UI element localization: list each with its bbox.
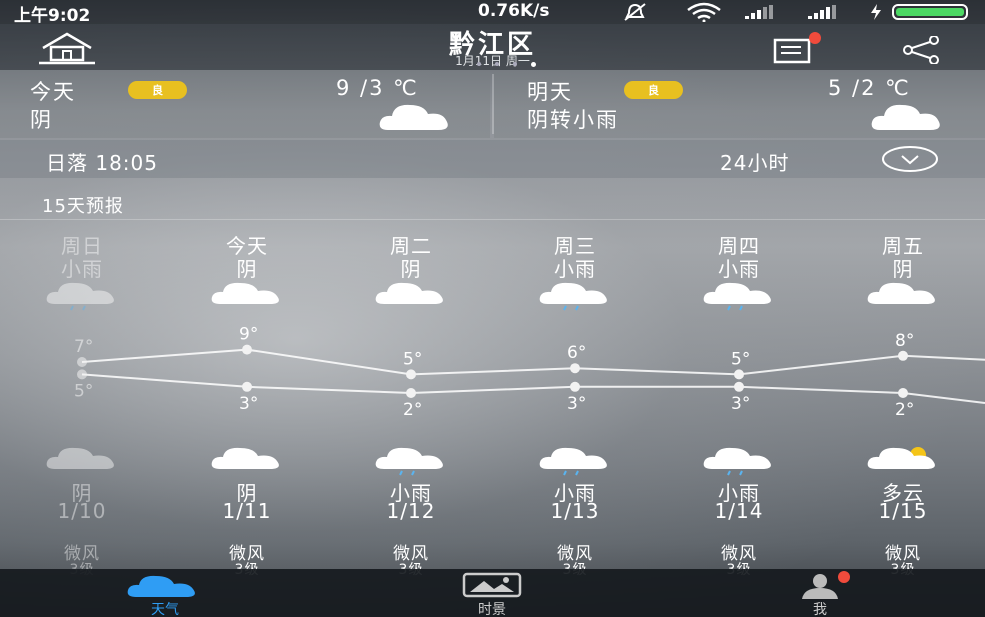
page-indicator <box>476 62 536 68</box>
forecast-day-weather: 小雨 <box>554 257 596 281</box>
temp-point <box>734 369 744 380</box>
chevron-down-icon[interactable] <box>880 144 940 174</box>
temp-point <box>77 369 87 380</box>
forecast-day-weather: 小雨 <box>718 257 760 281</box>
forecast-date: 1/11 <box>222 499 272 523</box>
photo-icon <box>462 572 522 598</box>
tomorrow-label: 明天 <box>527 80 573 104</box>
high-temp-label: 8° <box>895 331 914 351</box>
tomorrow-aqi-badge: 良 <box>624 81 683 99</box>
cloud-icon <box>374 280 448 316</box>
tomorrow-temp: 5 /2 ℃ <box>828 76 911 100</box>
low-temp-label: 2° <box>403 400 422 420</box>
tab-bar: 天气 时景 我 <box>0 569 985 617</box>
cloud-icon <box>210 280 284 316</box>
share-icon[interactable] <box>898 36 946 64</box>
temp-line <box>81 373 985 404</box>
status-bar: 上午9:02 0.76K/s <box>0 0 985 26</box>
today-condition: 阴 <box>30 108 53 132</box>
high-temp-label: 7° <box>74 337 93 357</box>
sunset-label: 日落 18:05 <box>46 151 158 175</box>
signal-icon <box>745 5 773 19</box>
wifi-icon <box>687 2 721 22</box>
temp-point <box>77 357 87 367</box>
cloud-icon <box>866 280 940 316</box>
forecast-day-weather: 阴 <box>892 257 914 281</box>
high-temp-label: 5° <box>731 349 750 369</box>
low-temp-label: 5° <box>74 381 93 401</box>
rain-cloud-icon <box>374 445 448 481</box>
forecast-day-weather: 阴 <box>400 257 422 281</box>
rain-cloud-icon <box>45 280 119 316</box>
today-aqi-badge: 良 <box>128 81 187 99</box>
today-panel[interactable]: 今天 良 9 /3 ℃ 阴 <box>0 70 490 138</box>
forecast-header: 15天预报 <box>0 180 985 220</box>
temp-point <box>406 369 416 380</box>
charging-icon <box>871 4 881 20</box>
cloud-icon <box>210 445 284 481</box>
low-temp-label: 3° <box>567 394 586 414</box>
battery-icon <box>892 4 968 20</box>
forecast-date: 1/15 <box>878 499 928 523</box>
high-temp-label: 5° <box>403 349 422 369</box>
cloud-icon <box>871 104 940 130</box>
tomorrow-condition: 阴转小雨 <box>527 108 619 132</box>
temp-point <box>898 388 908 398</box>
temp-point <box>242 381 252 392</box>
low-temp-label: 3° <box>239 394 258 414</box>
notification-badge <box>838 571 850 583</box>
today-temp: 9 /3 ℃ <box>336 76 419 100</box>
high-temp-label: 9° <box>239 325 258 345</box>
low-temp-label: 3° <box>731 394 750 414</box>
header-bar: 黔江区 1月11日 周一 <box>0 24 985 70</box>
forecast-day-weather: 小雨 <box>61 257 103 281</box>
tab-me[interactable]: 我 <box>780 569 860 617</box>
temp-point <box>570 363 580 374</box>
temperature-chart: 7° 9° 5° 6° 5° 8° 5° 3° 2° 3° 3° 2° <box>74 325 985 420</box>
tab-weather[interactable]: 天气 <box>120 569 210 617</box>
rain-cloud-icon <box>702 445 776 481</box>
temp-point <box>570 381 580 392</box>
forecast-date: 1/12 <box>386 499 436 523</box>
forecast-day-weather: 阴 <box>236 257 258 281</box>
silent-icon <box>624 3 646 21</box>
temp-point <box>406 388 416 398</box>
low-temp-label: 2° <box>895 400 914 420</box>
rain-cloud-icon <box>538 280 612 316</box>
forecast-date: 1/10 <box>57 499 107 523</box>
rain-cloud-icon <box>702 280 776 316</box>
high-temp-label: 6° <box>567 343 586 363</box>
today-label: 今天 <box>30 80 76 104</box>
temp-point <box>734 381 744 392</box>
cloud-icon <box>127 575 195 597</box>
forecast-date: 1/14 <box>714 499 764 523</box>
forecast-date: 1/13 <box>550 499 600 523</box>
rain-cloud-icon <box>538 445 612 481</box>
tab-label: 时景 <box>478 602 506 617</box>
tomorrow-panel[interactable]: 明天 良 5 /2 ℃ 阴转小雨 <box>494 70 985 138</box>
tab-scenes[interactable]: 时景 <box>452 569 532 617</box>
hours-24-label[interactable]: 24小时 <box>720 147 789 176</box>
network-speed: 0.76K/s <box>478 1 550 21</box>
sunset-row: 日落 18:05 24小时 <box>0 140 985 178</box>
tab-label: 天气 <box>151 602 179 617</box>
cloud-icon <box>45 445 119 481</box>
temp-line <box>81 348 985 376</box>
cloud-icon <box>379 104 448 130</box>
temp-point <box>898 350 908 361</box>
signal-icon <box>808 5 836 19</box>
forecast-title: 15天预报 <box>42 196 124 217</box>
temp-point <box>242 344 252 355</box>
tab-label: 我 <box>813 602 827 617</box>
partly-cloudy-icon <box>866 445 940 481</box>
notes-icon[interactable] <box>772 32 824 66</box>
status-time: 上午9:02 <box>14 6 91 26</box>
